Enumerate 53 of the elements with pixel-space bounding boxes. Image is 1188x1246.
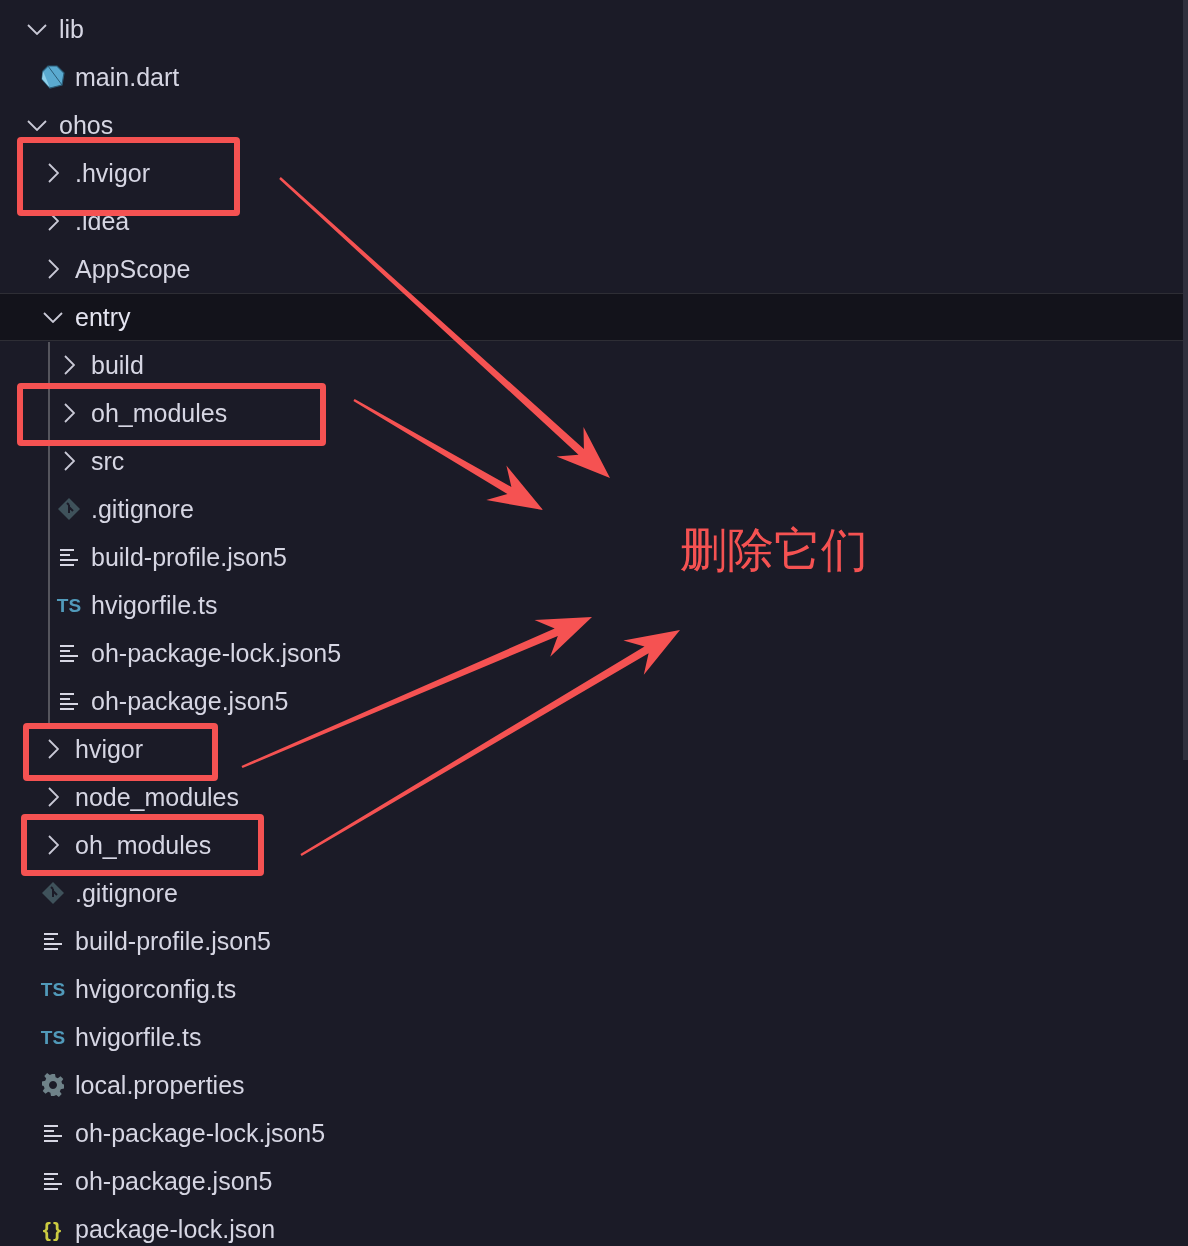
file-item[interactable]: build-profile.json5 [54,540,287,574]
text-lines-icon [60,548,78,566]
file-item[interactable]: local.properties [38,1068,245,1102]
file-item[interactable]: .gitignore [38,876,178,910]
chevron-right-icon [47,787,59,807]
file-item[interactable]: TS hvigorfile.ts [54,588,218,622]
ts-label: TS [40,979,66,999]
text-lines-icon [44,1124,62,1142]
chevron-right-icon [63,403,75,423]
diamond-icon [57,497,81,521]
folder-item[interactable]: node_modules [38,780,239,814]
gear-icon [41,1073,65,1097]
chevron-right-icon [47,739,59,759]
folder-item[interactable]: lib [22,12,84,46]
folder-item[interactable]: entry [38,300,131,334]
ts-label: TS [56,595,82,615]
hexagon-icon [41,65,65,89]
file-item[interactable]: oh-package-lock.json5 [38,1116,326,1150]
chevron-down-icon [27,119,47,131]
file-item[interactable]: oh-package.json5 [54,684,289,718]
folder-item[interactable]: AppScope [38,252,191,286]
folder-item[interactable]: src [54,444,125,478]
file-item[interactable]: .gitignore [54,492,194,526]
text-lines-icon [60,644,78,662]
braces-label: {} [42,1218,64,1240]
folder-item[interactable]: ohos [22,108,114,142]
folder-item[interactable]: .hvigor [38,156,151,190]
scrollbar-thumb[interactable] [1183,0,1188,760]
chevron-down-icon [27,23,47,35]
chevron-right-icon [47,835,59,855]
folder-item[interactable]: oh_modules [54,396,228,430]
chevron-right-icon [47,259,59,279]
annotation-text: 删除它们 [680,526,868,573]
folder-item[interactable]: hvigor [38,732,144,766]
text-lines-icon [44,1172,62,1190]
folder-item[interactable]: build [54,348,144,382]
folder-item[interactable]: oh_modules [38,828,212,862]
chevron-right-icon [63,355,75,375]
ts-label: TS [40,1027,66,1047]
file-item[interactable]: oh-package-lock.json5 [54,636,342,670]
file-item[interactable]: main.dart [38,60,180,94]
file-item[interactable]: oh-package.json5 [38,1164,273,1198]
text-lines-icon [44,932,62,950]
chevron-right-icon [47,163,59,183]
chevron-right-icon [63,451,75,471]
file-item[interactable]: TS hvigorconfig.ts [38,972,237,1006]
folder-item[interactable]: .idea [38,204,130,238]
file-item[interactable]: build-profile.json5 [38,924,271,958]
file-item[interactable]: TS hvigorfile.ts [38,1020,202,1054]
file-item[interactable]: {} package-lock.json [38,1212,276,1246]
chevron-down-icon [43,311,63,323]
diamond-icon [41,881,65,905]
text-lines-icon [60,692,78,710]
